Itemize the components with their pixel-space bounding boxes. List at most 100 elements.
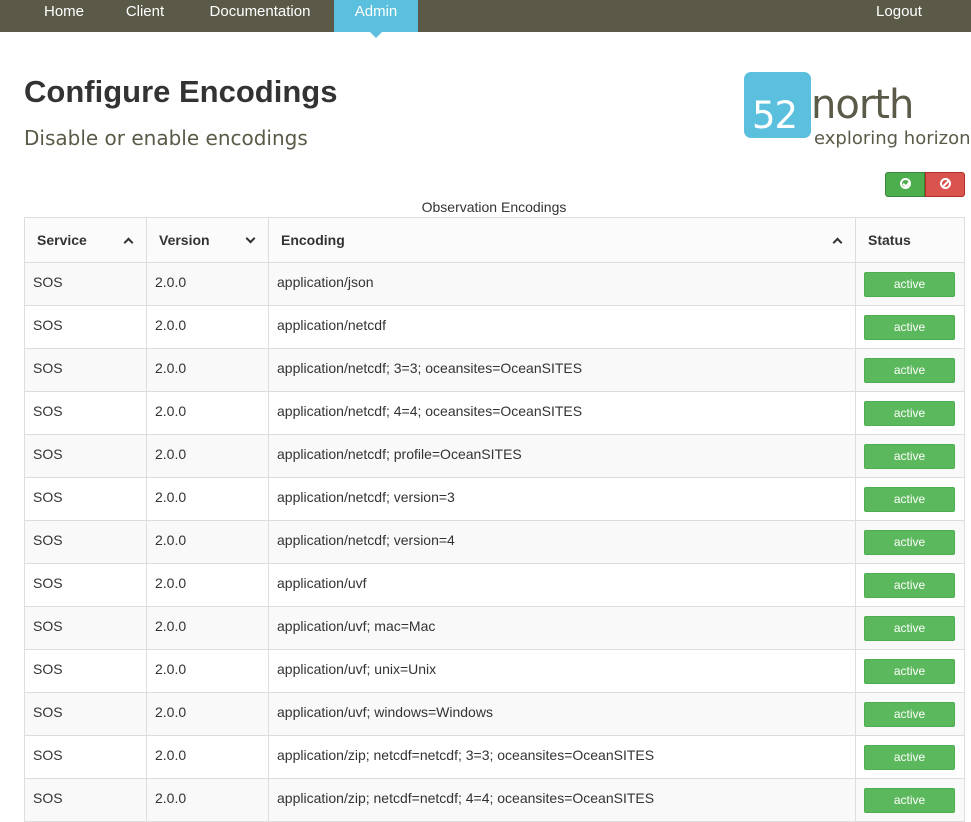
version-cell: 2.0.0: [146, 348, 269, 392]
encoding-cell: application/zip; netcdf=netcdf; 4=4; oce…: [268, 778, 856, 822]
status-cell: active: [855, 606, 965, 650]
service-cell: SOS: [24, 520, 147, 564]
nav-client[interactable]: Client: [104, 0, 186, 32]
encoding-cell: application/json: [268, 262, 856, 306]
service-cell: SOS: [24, 262, 147, 306]
version-cell: 2.0.0: [146, 434, 269, 478]
table-row: SOS 2.0.0 application/uvf; unix=Unix active: [24, 649, 965, 693]
encoding-cell: application/netcdf; 4=4; oceansites=Ocea…: [268, 391, 856, 435]
status-cell: active: [855, 434, 965, 478]
status-cell: active: [855, 735, 965, 779]
bulk-action-buttons: [885, 172, 965, 197]
column-header-version[interactable]: Version: [146, 217, 269, 263]
column-header-encoding[interactable]: Encoding: [268, 217, 856, 263]
status-toggle-button[interactable]: active: [864, 702, 955, 727]
version-cell: 2.0.0: [146, 477, 269, 521]
sort-descending-icon: [245, 233, 256, 244]
table-row: SOS 2.0.0 application/uvf; mac=Mac active: [24, 606, 965, 650]
service-cell: SOS: [24, 563, 147, 607]
column-header-label: Encoding: [281, 232, 345, 248]
table-row: SOS 2.0.0 application/netcdf; profile=Ocea…: [24, 434, 965, 478]
encoding-cell: application/netcdf; version=3: [268, 477, 856, 521]
encoding-cell: application/uvf: [268, 563, 856, 607]
nav-documentation[interactable]: Documentation: [186, 0, 334, 32]
encoding-cell: application/netcdf: [268, 305, 856, 349]
version-cell: 2.0.0: [146, 520, 269, 564]
status-cell: active: [855, 520, 965, 564]
table-row: SOS 2.0.0 application/json active: [24, 262, 965, 306]
status-toggle-button[interactable]: active: [864, 530, 955, 555]
table-row: SOS 2.0.0 application/uvf; windows=Windows…: [24, 692, 965, 736]
version-cell: 2.0.0: [146, 649, 269, 693]
version-cell: 2.0.0: [146, 391, 269, 435]
status-cell: active: [855, 649, 965, 693]
table-row: SOS 2.0.0 application/zip; netcdf=netcdf; …: [24, 735, 965, 779]
service-cell: SOS: [24, 391, 147, 435]
service-cell: SOS: [24, 477, 147, 521]
encoding-cell: application/zip; netcdf=netcdf; 3=3; oce…: [268, 735, 856, 779]
status-toggle-button[interactable]: active: [864, 444, 955, 469]
column-header-service[interactable]: Service: [24, 217, 147, 263]
table-row: SOS 2.0.0 application/netcdf active: [24, 305, 965, 349]
ok-circle-icon: [899, 178, 911, 190]
status-cell: active: [855, 305, 965, 349]
encoding-cell: application/uvf; windows=Windows: [268, 692, 856, 736]
logo-word-text: north: [811, 82, 914, 128]
logo-tagline: exploring horizons: [814, 128, 971, 149]
status-toggle-button[interactable]: active: [864, 616, 955, 641]
status-cell: active: [855, 778, 965, 822]
encoding-cell: application/uvf; mac=Mac: [268, 606, 856, 650]
status-toggle-button[interactable]: active: [864, 573, 955, 598]
column-header-status: Status: [855, 217, 965, 263]
sort-ascending-icon: [832, 237, 843, 248]
encoding-cell: application/netcdf; profile=OceanSITES: [268, 434, 856, 478]
logo-mark-text: 52: [752, 94, 798, 137]
version-cell: 2.0.0: [146, 692, 269, 736]
disable-all-button[interactable]: [925, 172, 965, 197]
column-header-label: Status: [868, 232, 911, 248]
enable-all-button[interactable]: [885, 172, 925, 197]
status-toggle-button[interactable]: active: [864, 315, 955, 340]
nav-home[interactable]: Home: [24, 0, 104, 32]
encoding-cell: application/netcdf; version=4: [268, 520, 856, 564]
status-cell: active: [855, 563, 965, 607]
status-cell: active: [855, 391, 965, 435]
encoding-cell: application/uvf; unix=Unix: [268, 649, 856, 693]
status-toggle-button[interactable]: active: [864, 487, 955, 512]
version-cell: 2.0.0: [146, 262, 269, 306]
service-cell: SOS: [24, 305, 147, 349]
service-cell: SOS: [24, 692, 147, 736]
service-cell: SOS: [24, 434, 147, 478]
nav-logout[interactable]: Logout: [858, 0, 940, 32]
page-subtitle: Disable or enable encodings: [24, 126, 308, 150]
service-cell: SOS: [24, 606, 147, 650]
status-toggle-button[interactable]: active: [864, 788, 955, 813]
version-cell: 2.0.0: [146, 735, 269, 779]
table-row: SOS 2.0.0 application/netcdf; version=3 act…: [24, 477, 965, 521]
status-toggle-button[interactable]: active: [864, 659, 955, 684]
version-cell: 2.0.0: [146, 778, 269, 822]
table-row: SOS 2.0.0 application/uvf active: [24, 563, 965, 607]
page-title: Configure Encodings: [24, 74, 338, 109]
column-header-label: Version: [159, 232, 210, 248]
status-toggle-button[interactable]: active: [864, 745, 955, 770]
table-header-row: Service Version Encoding Status: [24, 217, 965, 263]
table-caption: Observation Encodings: [421, 199, 567, 215]
service-cell: SOS: [24, 735, 147, 779]
encoding-cell: application/netcdf; 3=3; oceansites=Ocea…: [268, 348, 856, 392]
service-cell: SOS: [24, 649, 147, 693]
top-navbar: Home Client Documentation Admin Logout: [0, 0, 971, 38]
status-cell: active: [855, 348, 965, 392]
service-cell: SOS: [24, 348, 147, 392]
status-toggle-button[interactable]: active: [864, 272, 955, 297]
52north-logo: 52 north exploring horizons: [744, 72, 971, 154]
column-header-label: Service: [37, 232, 87, 248]
table-row: SOS 2.0.0 application/netcdf; 3=3; oceansi…: [24, 348, 965, 392]
table-row: SOS 2.0.0 application/netcdf; 4=4; oceansi…: [24, 391, 965, 435]
status-toggle-button[interactable]: active: [864, 358, 955, 383]
nav-admin[interactable]: Admin: [334, 0, 418, 38]
status-cell: active: [855, 692, 965, 736]
status-toggle-button[interactable]: active: [864, 401, 955, 426]
version-cell: 2.0.0: [146, 606, 269, 650]
table-row: SOS 2.0.0 application/zip; netcdf=netcdf; …: [24, 778, 965, 822]
